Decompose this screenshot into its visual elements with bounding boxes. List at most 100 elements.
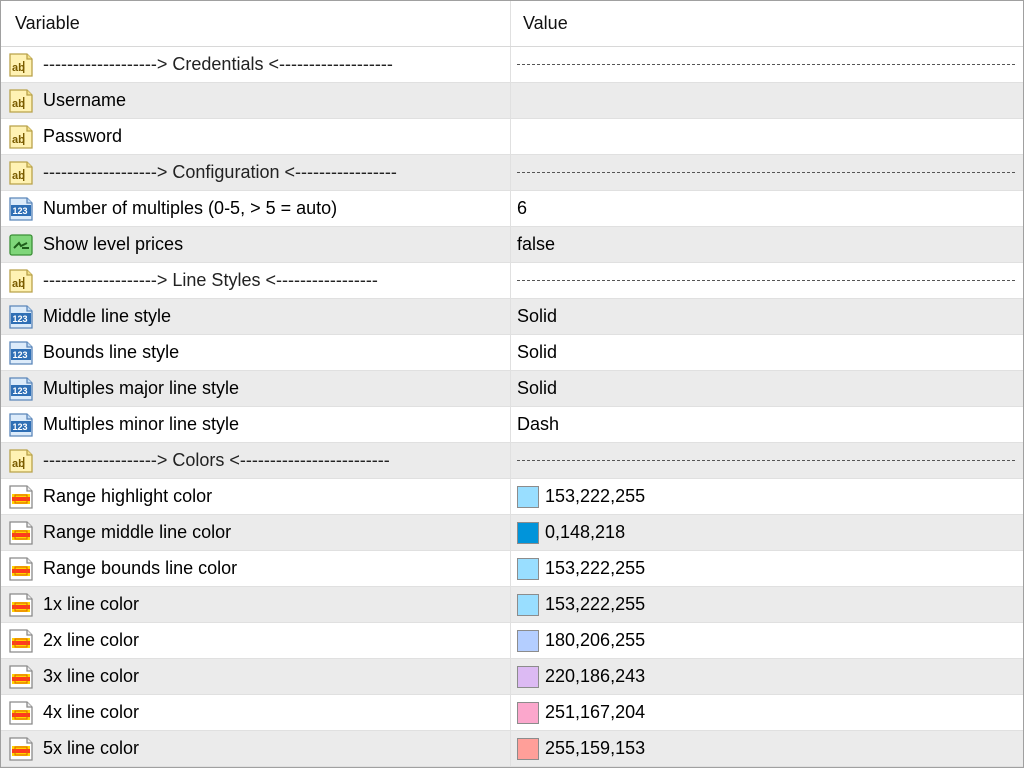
variable-cell[interactable]: Range bounds line color [1,551,511,586]
value-cell[interactable]: false [511,227,1023,262]
value-cell[interactable]: 153,222,255 [511,587,1023,622]
variable-name: Show level prices [43,234,184,254]
value-cell[interactable]: 0,148,218 [511,515,1023,550]
variable-cell[interactable]: 5x line color [1,731,511,766]
value-text: Solid [517,342,558,362]
value-cell[interactable]: 153,222,255 [511,479,1023,514]
value-cell[interactable]: 153,222,255 [511,551,1023,586]
variable-name: Bounds line style [43,342,180,362]
separator-row[interactable]: ab -------------------> Line Styles <----… [1,263,1023,299]
input-row[interactable]: 123 Number of multiples (0-5, > 5 = auto)… [1,191,1023,227]
input-row[interactable]: Range highlight color 153,222,255 [1,479,1023,515]
value-cell[interactable]: 180,206,255 [511,623,1023,658]
value-cell[interactable]: 255,159,153 [511,731,1023,766]
input-row[interactable]: 3x line color 220,186,243 [1,659,1023,695]
svg-text:123: 123 [13,386,28,396]
variable-cell[interactable]: 123 Number of multiples (0-5, > 5 = auto) [1,191,511,226]
color-swatch[interactable] [517,701,539,724]
variable-cell[interactable]: 2x line color [1,623,511,658]
variable-cell[interactable]: 123 Multiples major line style [1,371,511,406]
separator-dashes [517,460,1015,461]
variable-cell[interactable]: 123 Bounds line style [1,335,511,370]
variable-cell[interactable]: ab -------------------> Credentials <----… [1,47,511,82]
separator-row[interactable]: ab -------------------> Configuration <--… [1,155,1023,191]
variable-name: 2x line color [43,630,140,650]
grid-header: Variable Value [1,1,1023,47]
value-text: 153,222,255 [545,558,646,578]
value-cell[interactable]: 251,167,204 [511,695,1023,730]
color-swatch[interactable] [517,593,539,616]
separator-dashes [517,280,1015,281]
variable-cell[interactable]: 3x line color [1,659,511,694]
input-row[interactable]: ab Username [1,83,1023,119]
number-icon: 123 [7,340,35,366]
separator-dashes [517,172,1015,173]
variable-name: Range bounds line color [43,558,238,578]
section-label: -------------------> Credentials <------… [43,54,393,74]
svg-text:123: 123 [13,422,28,432]
value-cell[interactable] [511,83,1023,118]
variable-cell[interactable]: Range highlight color [1,479,511,514]
variable-cell[interactable]: Range middle line color [1,515,511,550]
variable-name: Password [43,126,123,146]
column-header-variable[interactable]: Variable [1,1,511,46]
color-icon [7,736,35,762]
input-row[interactable]: 123 Multiples major line style Solid [1,371,1023,407]
color-swatch[interactable] [517,665,539,688]
variable-cell[interactable]: 123 Middle line style [1,299,511,334]
inputs-grid: Variable Value ab -------------------> Cr… [0,0,1024,768]
value-text: 153,222,255 [545,486,646,506]
separator-row[interactable]: ab -------------------> Colors <---------… [1,443,1023,479]
variable-name: 4x line color [43,702,140,722]
input-row[interactable]: 4x line color 251,167,204 [1,695,1023,731]
string-icon: ab [7,52,35,78]
value-cell[interactable]: Solid [511,335,1023,370]
variable-cell[interactable]: 123 Multiples minor line style [1,407,511,442]
number-icon: 123 [7,412,35,438]
color-icon [7,628,35,654]
value-cell[interactable]: 6 [511,191,1023,226]
variable-cell[interactable]: ab -------------------> Configuration <--… [1,155,511,190]
variable-cell[interactable]: ab -------------------> Line Styles <----… [1,263,511,298]
value-cell[interactable] [511,443,1023,478]
variable-cell[interactable]: 1x line color [1,587,511,622]
input-row[interactable]: 123 Middle line style Solid [1,299,1023,335]
variable-cell[interactable]: ab Password [1,119,511,154]
color-swatch[interactable] [517,629,539,652]
bool-icon [7,232,35,258]
value-cell[interactable]: Dash [511,407,1023,442]
color-icon [7,484,35,510]
input-row[interactable]: 5x line color 255,159,153 [1,731,1023,767]
value-cell[interactable] [511,119,1023,154]
color-swatch[interactable] [517,737,539,760]
column-header-value[interactable]: Value [511,1,1023,46]
input-row[interactable]: 2x line color 180,206,255 [1,623,1023,659]
input-row[interactable]: Show level prices false [1,227,1023,263]
input-row[interactable]: 123 Bounds line style Solid [1,335,1023,371]
color-swatch[interactable] [517,557,539,580]
input-row[interactable]: 123 Multiples minor line style Dash [1,407,1023,443]
separator-row[interactable]: ab -------------------> Credentials <----… [1,47,1023,83]
variable-cell[interactable]: ab Username [1,83,511,118]
variable-cell[interactable]: ab -------------------> Colors <---------… [1,443,511,478]
value-text: false [517,234,556,254]
value-cell[interactable] [511,263,1023,298]
string-icon: ab [7,268,35,294]
input-row[interactable]: Range bounds line color 153,222,255 [1,551,1023,587]
input-row[interactable]: Range middle line color 0,148,218 [1,515,1023,551]
color-swatch[interactable] [517,485,539,508]
value-cell[interactable] [511,155,1023,190]
value-cell[interactable] [511,47,1023,82]
color-swatch[interactable] [517,521,539,544]
variable-cell[interactable]: Show level prices [1,227,511,262]
value-cell[interactable]: Solid [511,371,1023,406]
variable-name: Multiples minor line style [43,414,240,434]
input-row[interactable]: ab Password [1,119,1023,155]
value-cell[interactable]: Solid [511,299,1023,334]
color-icon [7,664,35,690]
input-row[interactable]: 1x line color 153,222,255 [1,587,1023,623]
section-label: -------------------> Line Styles <------… [43,270,378,290]
value-cell[interactable]: 220,186,243 [511,659,1023,694]
value-text: 180,206,255 [545,630,646,650]
variable-cell[interactable]: 4x line color [1,695,511,730]
